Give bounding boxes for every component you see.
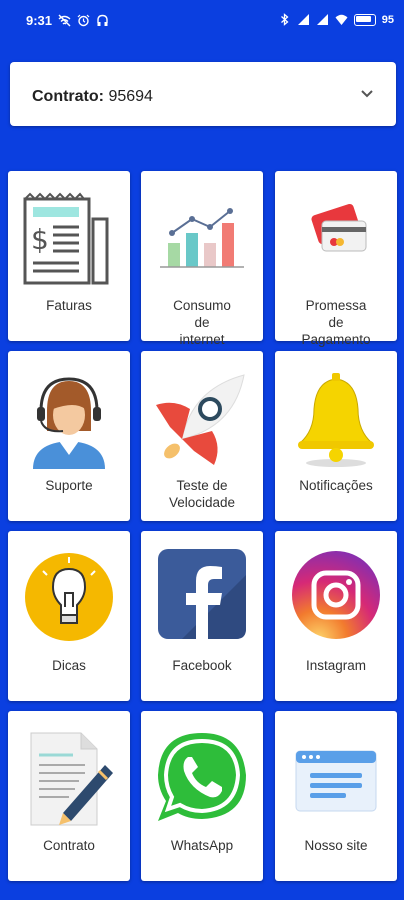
whatsapp-icon xyxy=(158,733,246,821)
website-icon xyxy=(295,750,377,812)
svg-text:$: $ xyxy=(31,223,49,256)
headset-icon xyxy=(97,14,108,26)
tile-facebook[interactable]: Facebook xyxy=(141,531,263,701)
tile-contrato[interactable]: Contrato xyxy=(8,711,130,881)
contract-label-text: Contrato: xyxy=(32,88,104,105)
tile-suporte[interactable]: Suporte xyxy=(8,351,130,521)
status-time: 9:31 xyxy=(26,13,53,28)
tile-teste-velocidade[interactable]: Teste de Velocidade xyxy=(141,351,263,521)
credit-card-icon xyxy=(311,203,367,252)
tile-consumo-internet[interactable]: Consumo de internet xyxy=(141,171,263,347)
tile-label: Instagram xyxy=(305,658,367,673)
tile-label: WhatsApp xyxy=(170,838,234,853)
rocket-icon xyxy=(156,374,245,465)
signal-icon xyxy=(297,14,309,25)
tile-label: Notificações xyxy=(299,478,373,493)
wifi-off-icon xyxy=(58,14,71,27)
tile-label: Teste de Velocidade xyxy=(168,478,236,510)
battery-icon xyxy=(353,13,376,26)
tile-faturas[interactable]: $ Faturas xyxy=(8,171,130,341)
tile-whatsapp[interactable]: WhatsApp xyxy=(141,711,263,881)
facebook-icon xyxy=(158,549,246,639)
bell-icon xyxy=(298,373,374,467)
wifi-icon xyxy=(335,14,348,25)
tile-notificacoes[interactable]: Notificações xyxy=(275,351,397,521)
tile-label: Faturas xyxy=(46,298,92,313)
contract-selector[interactable]: Contrato: 95694 xyxy=(10,62,396,126)
bar-chart-icon xyxy=(160,208,244,268)
tile-label: Suporte xyxy=(45,478,93,493)
contract-label: Contrato: 95694 xyxy=(32,88,153,106)
tile-promessa-pagamento[interactable]: Promessa de Pagamento xyxy=(275,171,397,347)
tile-label: Contrato xyxy=(43,838,95,853)
contract-document-icon xyxy=(30,732,113,826)
signal-4g-icon xyxy=(316,14,328,25)
tile-instagram[interactable]: Instagram xyxy=(275,531,397,701)
lightbulb-icon xyxy=(25,553,113,641)
tile-nosso-site[interactable]: Nosso site xyxy=(275,711,397,881)
invoice-icon: $ xyxy=(23,192,109,285)
tile-label: Facebook xyxy=(172,658,232,673)
bluetooth-icon xyxy=(280,13,289,26)
chevron-down-icon[interactable] xyxy=(360,88,374,100)
contract-number: 95694 xyxy=(108,88,153,105)
alarm-icon xyxy=(77,14,90,27)
support-agent-icon xyxy=(33,377,105,469)
tile-label: Consumo de internet xyxy=(173,298,231,347)
tile-label: Dicas xyxy=(52,658,86,673)
tile-label: Nosso site xyxy=(304,838,368,853)
instagram-icon xyxy=(292,551,380,639)
battery-percent: 95 xyxy=(381,13,394,26)
tile-label: Promessa de Pagamento xyxy=(301,298,371,347)
tile-dicas[interactable]: Dicas xyxy=(8,531,130,701)
status-bar: 9:31 95 xyxy=(0,0,404,40)
